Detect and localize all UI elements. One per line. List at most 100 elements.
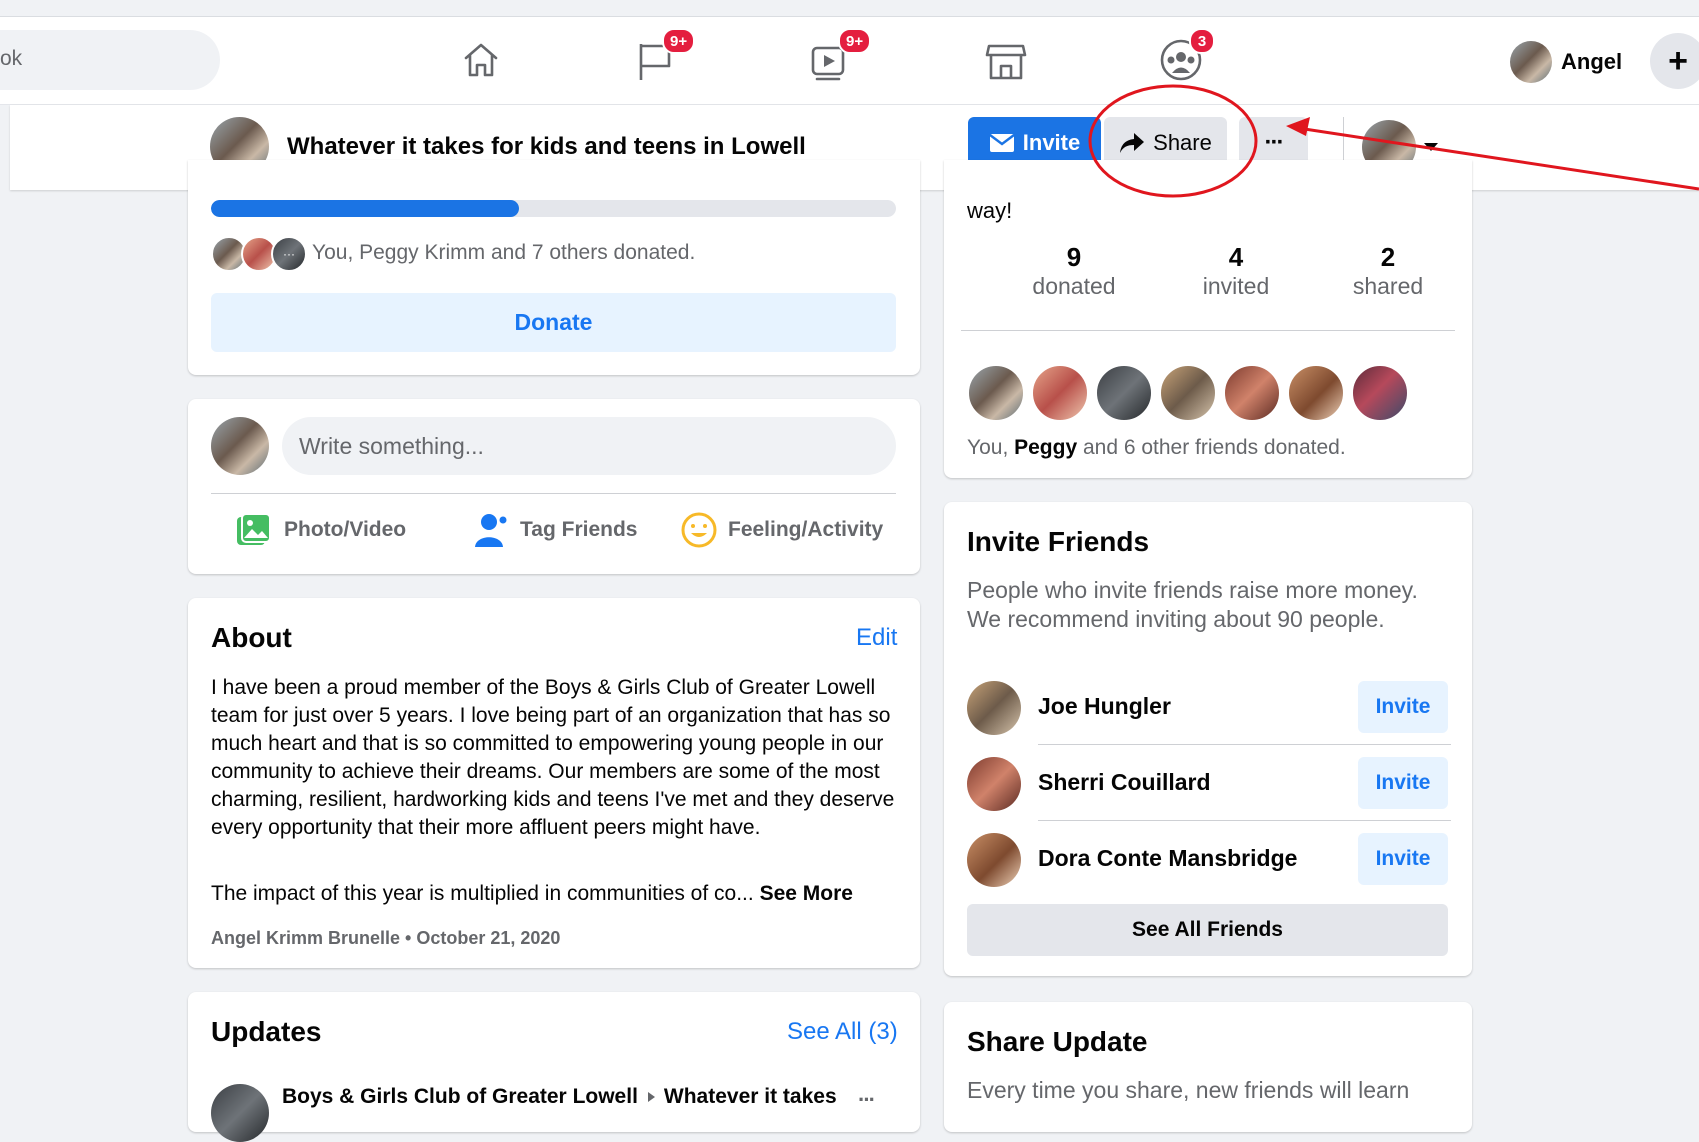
stat-donated: 9 donated [1004, 242, 1144, 300]
friend-divider [1038, 744, 1451, 745]
search-text-fragment: ok [0, 47, 23, 70]
friend-donor-avatar [1351, 364, 1409, 422]
donors-summary: You, Peggy Krimm and 7 others donated. [312, 241, 696, 264]
share-update-heading: Share Update [967, 1026, 1148, 1057]
write-something-input[interactable]: Write something... [282, 417, 896, 475]
invite-friend-button[interactable]: Invite [1358, 833, 1448, 885]
stat-shared-value: 2 [1380, 242, 1396, 272]
plus-icon: + [1668, 42, 1688, 80]
stats-top-text: way! [967, 198, 1013, 223]
smiley-icon [681, 512, 717, 548]
invite-label: Invite [1022, 130, 1081, 155]
stat-shared-label: shared [1352, 273, 1424, 299]
tag-friends-icon [475, 514, 507, 547]
friend-donor-avatar [1095, 364, 1153, 422]
stats-divider [961, 330, 1455, 331]
marketplace-icon [985, 44, 1027, 80]
friend-divider [1038, 820, 1451, 821]
about-impact-text: The impact of this year is multiplied in… [211, 882, 754, 905]
arrow-right-icon [647, 1092, 655, 1102]
photo-video-button[interactable]: Photo/Video [236, 505, 406, 555]
profile-chip[interactable]: Angel [1510, 40, 1622, 84]
friends-donated-prefix: You, [967, 436, 1015, 459]
updates-heading: Updates [211, 1016, 322, 1047]
share-label: Share [1153, 130, 1212, 155]
friend-name[interactable]: Sherri Couillard [1038, 769, 1211, 796]
stat-donated-value: 9 [1066, 242, 1082, 272]
pages-badge: 9+ [662, 28, 696, 54]
about-card: About Edit I have been a proud member of… [188, 598, 920, 968]
envelope-icon [989, 134, 1015, 152]
invite-friends-card: Invite Friends People who invite friends… [944, 502, 1472, 976]
friend-donor-avatar [1287, 364, 1345, 422]
stat-shared: 2 shared [1318, 242, 1458, 300]
composer-card: Write something... Photo/Video Tag Frien… [188, 399, 920, 574]
friend-avatar [967, 757, 1021, 811]
invite-friend-button[interactable]: Invite [1358, 757, 1448, 809]
more-donors-avatar: ··· [271, 236, 307, 272]
updates-see-all-link[interactable]: See All (3) [787, 1018, 898, 1046]
friends-donated-suffix: and 6 other friends donated. [1077, 436, 1346, 459]
stat-invited-label: invited [1202, 273, 1270, 299]
update-author-avatar [211, 1084, 269, 1142]
invite-friend-label: Invite [1375, 695, 1431, 718]
friend-name[interactable]: Dora Conte Mansbridge [1038, 845, 1297, 872]
update-org-link[interactable]: Boys & Girls Club of Greater Lowell [282, 1085, 638, 1109]
update-more-button[interactable]: ··· [858, 1087, 876, 1113]
donate-label: Donate [514, 309, 593, 335]
update-title: Boys & Girls Club of Greater Lowell What… [282, 1085, 837, 1109]
see-more-link[interactable]: See More [760, 882, 853, 905]
more-dots-icon: ··· [1264, 129, 1285, 156]
about-byline: Angel Krimm Brunelle • October 21, 2020 [211, 928, 561, 948]
photo-icon [237, 513, 271, 545]
feeling-activity-label: Feeling/Activity [728, 518, 884, 541]
share-update-card: Share Update Every time you share, new f… [944, 1002, 1472, 1132]
about-edit-link[interactable]: Edit [856, 624, 897, 652]
composer-divider [211, 493, 896, 494]
progress-fill [211, 200, 520, 217]
friend-donor-avatar [967, 364, 1025, 422]
update-target-link[interactable]: Whatever it takes [664, 1085, 837, 1109]
user-name: Angel [1561, 49, 1623, 74]
feeling-activity-button[interactable]: Feeling/Activity [680, 505, 883, 555]
composer-avatar [211, 417, 269, 475]
about-heading: About [211, 622, 292, 653]
user-avatar [1510, 41, 1552, 83]
stat-donated-label: donated [1032, 273, 1116, 299]
about-body: I have been a proud member of the Boys &… [211, 676, 895, 839]
fundraiser-title: Whatever it takes for kids and teens in … [287, 133, 806, 160]
watch-badge: 9+ [838, 28, 872, 54]
about-impact-line: The impact of this year is multiplied in… [211, 880, 911, 908]
friend-avatar [967, 681, 1021, 735]
search-input[interactable]: ok [0, 30, 220, 90]
friend-donor-avatar [1031, 364, 1089, 422]
see-all-friends-label: See All Friends [1132, 918, 1283, 941]
tag-friends-label: Tag Friends [520, 518, 638, 541]
nav-marketplace[interactable] [982, 36, 1030, 84]
invite-friends-heading: Invite Friends [967, 526, 1150, 557]
stat-invited-value: 4 [1228, 242, 1244, 272]
groups-badge: 3 [1189, 28, 1215, 54]
friend-donor-avatars [967, 364, 1427, 424]
photo-video-label: Photo/Video [284, 518, 407, 541]
nav-home[interactable] [457, 36, 505, 84]
create-button[interactable]: + [1650, 33, 1699, 89]
invite-friend-label: Invite [1375, 847, 1431, 870]
share-update-description: Every time you share, new friends will l… [967, 1077, 1410, 1103]
progress-track [211, 200, 896, 217]
friend-row: Sherri Couillard Invite [967, 753, 1451, 815]
donor-avatars: ··· [211, 236, 311, 272]
donate-button[interactable]: Donate [211, 293, 896, 352]
friends-donated-text: You, Peggy and 6 other friends donated. [967, 436, 1346, 460]
friend-name[interactable]: Joe Hungler [1038, 693, 1171, 720]
tag-friends-button[interactable]: Tag Friends [474, 505, 637, 555]
donation-card: ··· You, Peggy Krimm and 7 others donate… [188, 160, 920, 375]
friends-donated-name[interactable]: Peggy [1014, 436, 1077, 459]
see-all-friends-button[interactable]: See All Friends [967, 904, 1448, 956]
friend-donor-avatar [1159, 364, 1217, 422]
invite-friend-button[interactable]: Invite [1358, 681, 1448, 733]
invite-friend-label: Invite [1375, 771, 1431, 794]
friend-donor-avatar [1223, 364, 1281, 422]
caret-down-icon [1424, 143, 1438, 151]
updates-card: Updates See All (3) Boys & Girls Club of… [188, 992, 920, 1142]
